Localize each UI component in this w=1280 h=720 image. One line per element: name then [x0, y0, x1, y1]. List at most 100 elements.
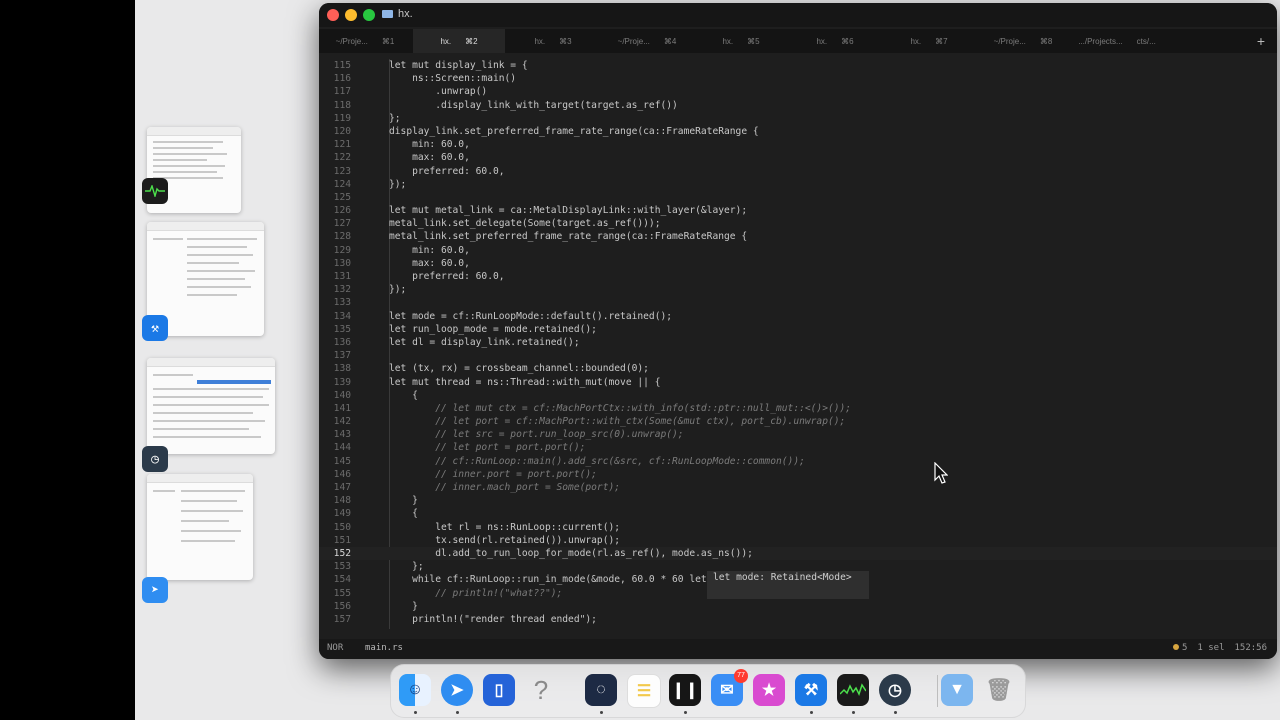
tab-8[interactable]: ~/Proje... ⌘8 — [977, 29, 1069, 53]
code-text: tx.send(rl.retained()).unwrap(); — [389, 534, 621, 546]
code-line[interactable]: 122 max: 60.0, — [319, 151, 1277, 164]
code-line[interactable]: 144 // let port = port.port(); — [319, 441, 1277, 454]
activity-monitor-icon — [142, 178, 168, 204]
code-line[interactable]: 115 let mut display_link = { — [319, 59, 1277, 72]
code-line[interactable]: 126 let mut metal_link = ca::MetalDisplay… — [319, 204, 1277, 217]
code-line[interactable]: 148 } — [319, 494, 1277, 507]
instruments-dock-icon[interactable]: ◷ — [879, 674, 911, 706]
tab-bar: ~/Proje... ⌘1 hx. ⌘2 hx. ⌘3 ~/Proje... ⌘4 hx… — [319, 29, 1277, 53]
tab-9[interactable]: .../Projects... cts/... — [1071, 29, 1163, 53]
code-line[interactable]: 150 let rl = ns::RunLoop::current(); — [319, 521, 1277, 534]
code-line[interactable]: 135 let run_loop_mode = mode.retained(); — [319, 323, 1277, 336]
code-line[interactable]: 130 max: 60.0, — [319, 257, 1277, 270]
code-line[interactable]: 129 min: 60.0, — [319, 244, 1277, 257]
code-line[interactable]: 133 — [319, 296, 1277, 309]
minimize-button[interactable] — [345, 9, 357, 21]
code-line[interactable]: 118 .display_link_with_target(target.as_… — [319, 99, 1277, 112]
mail-icon[interactable]: ✉ 77 — [711, 669, 748, 706]
simulator-icon[interactable]: ▯ — [483, 674, 515, 706]
tab-label: .../Projects... — [1078, 36, 1123, 46]
tab-label: hx. — [816, 36, 828, 46]
code-text: min: 60.0, — [389, 139, 470, 151]
code-line[interactable]: 123 preferred: 60.0, — [319, 165, 1277, 178]
code-line[interactable]: 146 // inner.port = port.port(); — [319, 468, 1277, 481]
screen-edge — [0, 0, 135, 720]
activity-monitor-dock-icon[interactable] — [837, 674, 869, 706]
line-number: 134 — [333, 310, 351, 322]
downloads-folder-icon[interactable]: ▼ — [941, 674, 973, 706]
tab-3[interactable]: hx. ⌘3 — [507, 29, 599, 53]
close-button[interactable] — [327, 9, 339, 21]
code-line[interactable]: 131 preferred: 60.0, — [319, 270, 1277, 283]
code-line[interactable]: 137 — [319, 349, 1277, 362]
code-line[interactable]: 156 } — [319, 600, 1277, 613]
finder-icon[interactable]: ☺ — [399, 674, 431, 706]
code-line[interactable]: 147 // inner.mach_port = Some(port); — [319, 481, 1277, 494]
file-name: main.rs — [365, 643, 403, 653]
safari-dock-icon[interactable]: ➤ — [441, 674, 473, 706]
code-line[interactable]: 136 let dl = display_link.retained(); — [319, 336, 1277, 349]
notes-icon[interactable]: ☰ — [627, 674, 661, 708]
code-line[interactable]: 143 // let src = port.run_loop_src(0).un… — [319, 428, 1277, 441]
tab-shortcut: ⌘6 — [841, 36, 854, 46]
tab-7[interactable]: hx. ⌘7 — [883, 29, 975, 53]
code-line[interactable]: 141 // let mut ctx = cf::MachPortCtx::wi… — [319, 402, 1277, 415]
code-line[interactable]: 132}); — [319, 283, 1277, 296]
code-line[interactable]: 117 .unwrap() — [319, 85, 1277, 98]
line-number: 118 — [333, 99, 351, 111]
code-line[interactable]: 119}; — [319, 112, 1277, 125]
code-line[interactable]: 139 let mut thread = ns::Thread::with_mut… — [319, 376, 1277, 389]
code-line[interactable]: 138 let (tx, rx) = crossbeam_channel::bou… — [319, 362, 1277, 375]
code-line[interactable]: 134 let mode = cf::RunLoopMode::default()… — [319, 310, 1277, 323]
xcode-dock-icon[interactable]: ⚒ — [795, 674, 827, 706]
code-line[interactable]: 140 { — [319, 389, 1277, 402]
line-number: 133 — [333, 297, 351, 309]
line-number: 152 — [333, 547, 351, 559]
tab-4[interactable]: ~/Proje... ⌘4 — [601, 29, 693, 53]
code-line[interactable]: 128 metal_link.set_preferred_frame_rate_r… — [319, 230, 1277, 243]
mouse-pointer-icon — [934, 462, 948, 484]
code-line[interactable]: 149 { — [319, 507, 1277, 520]
tab-2[interactable]: hx. ⌘2 — [413, 29, 505, 53]
title-bar: hx. — [319, 3, 1277, 27]
mail-badge: 77 — [734, 669, 748, 683]
zoom-button[interactable] — [363, 9, 375, 21]
line-number: 142 — [333, 416, 351, 428]
trash-icon[interactable]: 🗑 — [983, 674, 1015, 706]
code-line[interactable]: 120 display_link.set_preferred_frame_rate… — [319, 125, 1277, 138]
code-text: // inner.port = port.port(); — [389, 468, 597, 480]
tab-label: hx. — [722, 36, 734, 46]
terminal-app-icon[interactable]: ◌ — [585, 674, 617, 706]
help-icon[interactable]: ? — [525, 674, 557, 706]
code-text: // let mut ctx = cf::MachPortCtx::with_i… — [389, 402, 852, 414]
code-text: // let port = cf::MachPort::with_ctx(Som… — [389, 416, 846, 428]
helix-icon[interactable]: ❙❙ — [669, 674, 701, 706]
code-line[interactable]: 116 ns::Screen::main() — [319, 72, 1277, 85]
new-tab-button[interactable]: + — [1253, 33, 1269, 49]
code-line[interactable]: 125 — [319, 191, 1277, 204]
selection-count: 1 sel — [1197, 643, 1225, 653]
code-line[interactable]: 157 println!("render thread ended"); — [319, 613, 1277, 626]
code-text: // cf::RunLoop::main().add_src(&src, cf:… — [389, 455, 805, 467]
code-line[interactable]: 124}); — [319, 178, 1277, 191]
code-text: { — [389, 508, 418, 520]
line-number: 131 — [333, 271, 351, 282]
line-number: 136 — [333, 336, 351, 348]
code-line[interactable]: 142 // let port = cf::MachPort::with_ctx… — [319, 415, 1277, 428]
stage-thumb-instruments[interactable] — [147, 358, 275, 454]
tab-6[interactable]: hx. ⌘6 — [789, 29, 881, 53]
code-editor[interactable]: 115 let mut display_link = {116 ns::Scree… — [319, 59, 1277, 629]
code-line[interactable]: 121 min: 60.0, — [319, 138, 1277, 151]
tab-5[interactable]: hx. ⌘5 — [695, 29, 787, 53]
stage-thumb-safari[interactable] — [147, 474, 253, 580]
code-line[interactable]: 151 tx.send(rl.retained()).unwrap(); — [319, 534, 1277, 547]
line-number: 143 — [333, 429, 351, 441]
code-line[interactable]: 152 dl.add_to_run_loop_for_mode(rl.as_re… — [319, 546, 1277, 561]
line-number: 137 — [333, 350, 351, 362]
code-line[interactable]: 127 metal_link.set_delegate(Some(target.a… — [319, 217, 1277, 230]
line-number: 123 — [333, 165, 351, 177]
reeder-icon[interactable]: ★ — [753, 674, 785, 706]
code-line[interactable]: 145 // cf::RunLoop::main().add_src(&src,… — [319, 455, 1277, 468]
code-text: }; — [389, 112, 401, 124]
tab-1[interactable]: ~/Proje... ⌘1 — [319, 29, 411, 53]
